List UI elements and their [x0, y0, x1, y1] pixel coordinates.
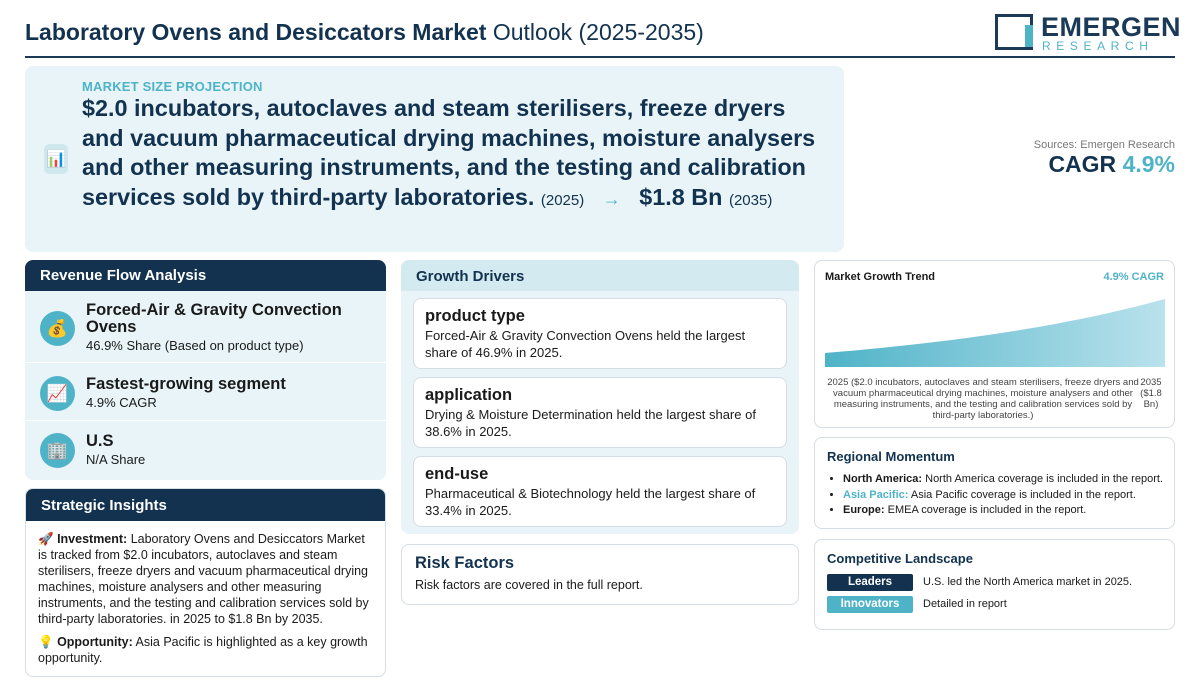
- revenue-item-title: Forced-Air & Gravity Convection Ovens: [86, 301, 342, 336]
- region-name: North America:: [843, 473, 923, 485]
- revenue-item-product: 💰 Forced-Air & Gravity Convection Ovens …: [25, 291, 386, 353]
- driver-text: Drying & Moisture Determination held the…: [425, 407, 756, 439]
- trend-title: Market Growth Trend: [825, 271, 936, 283]
- driver-text: Forced-Air & Gravity Convection Ovens he…: [425, 328, 746, 360]
- end-year: (2035): [728, 191, 773, 209]
- page-header: Laboratory Ovens and Desiccators Market …: [25, 12, 1181, 58]
- end-value: $1.8 Bn: [639, 183, 723, 210]
- revenue-item-sub: 46.9% Share (Based on product type): [86, 338, 304, 353]
- strategic-insights-title: Strategic Insights: [26, 489, 385, 521]
- bar-chart-icon: 📊: [44, 144, 68, 174]
- driver-card-product-type: product type Forced-Air & Gravity Convec…: [413, 298, 787, 369]
- competitive-text: U.S. led the North America market in 202…: [923, 576, 1133, 588]
- list-item: Asia Pacific: Asia Pacific coverage is i…: [843, 488, 1174, 504]
- cagr-value: 4.9%: [1122, 151, 1175, 177]
- region-text: Asia Pacific coverage is included in the…: [910, 488, 1136, 501]
- lightbulb-icon: 💡: [38, 635, 54, 649]
- regional-momentum-title: Regional Momentum: [827, 449, 955, 464]
- rocket-icon: 🚀: [38, 532, 54, 546]
- leaders-badge: Leaders: [827, 574, 913, 591]
- market-growth-trend-panel: Market Growth Trend 4.9% CAGR 2025 ($2.0…: [814, 260, 1175, 428]
- opportunity-label: Opportunity:: [57, 635, 133, 649]
- trend-cagr: 4.9% CAGR: [1103, 271, 1164, 283]
- list-item: North America: North America coverage is…: [843, 472, 1174, 488]
- trend-area-chart: [825, 299, 1165, 367]
- investment-insight: 🚀 Investment: Laboratory Ovens and Desic…: [38, 531, 373, 627]
- money-bag-icon: 💰: [40, 311, 75, 346]
- driver-title: end-use: [425, 465, 489, 483]
- cagr-label: CAGR: [1048, 151, 1117, 177]
- regional-list: North America: North America coverage is…: [827, 472, 1174, 519]
- title-light: Outlook (2025-2035): [492, 19, 704, 45]
- innovators-badge: Innovators: [827, 596, 913, 613]
- growth-drivers-title: Growth Drivers: [401, 260, 799, 291]
- market-size-label: MARKET SIZE PROJECTION: [82, 79, 263, 94]
- risk-factors-panel: Risk Factors Risk factors are covered in…: [401, 544, 799, 605]
- revenue-item-sub: 4.9% CAGR: [86, 395, 157, 410]
- start-year: (2025): [540, 191, 585, 209]
- revenue-item-title: Fastest-growing segment: [86, 375, 286, 393]
- competitive-text: Detailed in report: [923, 598, 1007, 610]
- page-title: Laboratory Ovens and Desiccators Market …: [25, 19, 704, 46]
- trend-x-label-start: 2025 ($2.0 incubators, autoclaves and st…: [827, 377, 1139, 421]
- regional-momentum-panel: Regional Momentum North America: North A…: [814, 437, 1175, 529]
- risk-factors-title: Risk Factors: [415, 554, 515, 572]
- driver-card-application: application Drying & Moisture Determinat…: [413, 377, 787, 448]
- driver-title: product type: [425, 307, 525, 325]
- cagr-summary: CAGR 4.9%: [1048, 151, 1175, 178]
- revenue-item-sub: N/A Share: [86, 452, 146, 467]
- investment-text: Laboratory Ovens and Desiccators Market …: [38, 532, 369, 626]
- building-icon: 🏢: [40, 433, 75, 468]
- region-name: Asia Pacific:: [843, 488, 909, 501]
- emergen-logo: EMERGEN RESEARCH: [995, 12, 1181, 54]
- revenue-item-title: U.S: [86, 432, 114, 450]
- strategic-insights-body: 🚀 Investment: Laboratory Ovens and Desic…: [26, 521, 385, 666]
- arrow-right-icon: →: [602, 188, 621, 209]
- driver-card-end-use: end-use Pharmaceutical & Biotechnology h…: [413, 456, 787, 527]
- region-name: Europe:: [843, 504, 885, 516]
- region-text: EMEA coverage is included in the report.: [887, 504, 1087, 516]
- strategic-insights-panel: Strategic Insights 🚀 Investment: Laborat…: [25, 488, 386, 677]
- risk-factors-text: Risk factors are covered in the full rep…: [415, 578, 643, 592]
- opportunity-insight: 💡 Opportunity: Asia Pacific is highlight…: [38, 634, 373, 666]
- competitive-landscape-title: Competitive Landscape: [827, 551, 973, 566]
- logo-mark-icon: [995, 14, 1033, 50]
- growth-drivers-panel: Growth Drivers product type Forced-Air &…: [401, 260, 799, 534]
- revenue-flow-title: Revenue Flow Analysis: [25, 260, 386, 291]
- revenue-flow-panel: Revenue Flow Analysis 💰 Forced-Air & Gra…: [25, 260, 386, 480]
- market-size-card: 📊 MARKET SIZE PROJECTION $2.0 incubators…: [25, 66, 844, 252]
- region-text: North America coverage is included in th…: [925, 473, 1163, 485]
- revenue-item-region: 🏢 U.S N/A Share: [25, 421, 386, 479]
- trend-area: [825, 299, 1165, 367]
- sources-note: Sources: Emergen Research: [1033, 139, 1175, 151]
- trend-x-label-end: 2035 ($1.8 Bn): [1140, 377, 1162, 410]
- driver-title: application: [425, 386, 513, 404]
- market-size-projection: $2.0 incubators, autoclaves and steam st…: [82, 94, 822, 215]
- logo-subtitle: RESEARCH: [1042, 39, 1154, 53]
- investment-label: Investment:: [57, 532, 128, 546]
- revenue-item-fastest: 📈 Fastest-growing segment 4.9% CAGR: [25, 363, 386, 421]
- trend-chart-icon: 📈: [40, 376, 75, 411]
- driver-text: Pharmaceutical & Biotechnology held the …: [425, 486, 756, 518]
- competitive-landscape-panel: Competitive Landscape Leaders U.S. led t…: [814, 539, 1175, 630]
- list-item: Europe: EMEA coverage is included in the…: [843, 503, 1174, 519]
- title-bold: Laboratory Ovens and Desiccators Market: [25, 19, 487, 45]
